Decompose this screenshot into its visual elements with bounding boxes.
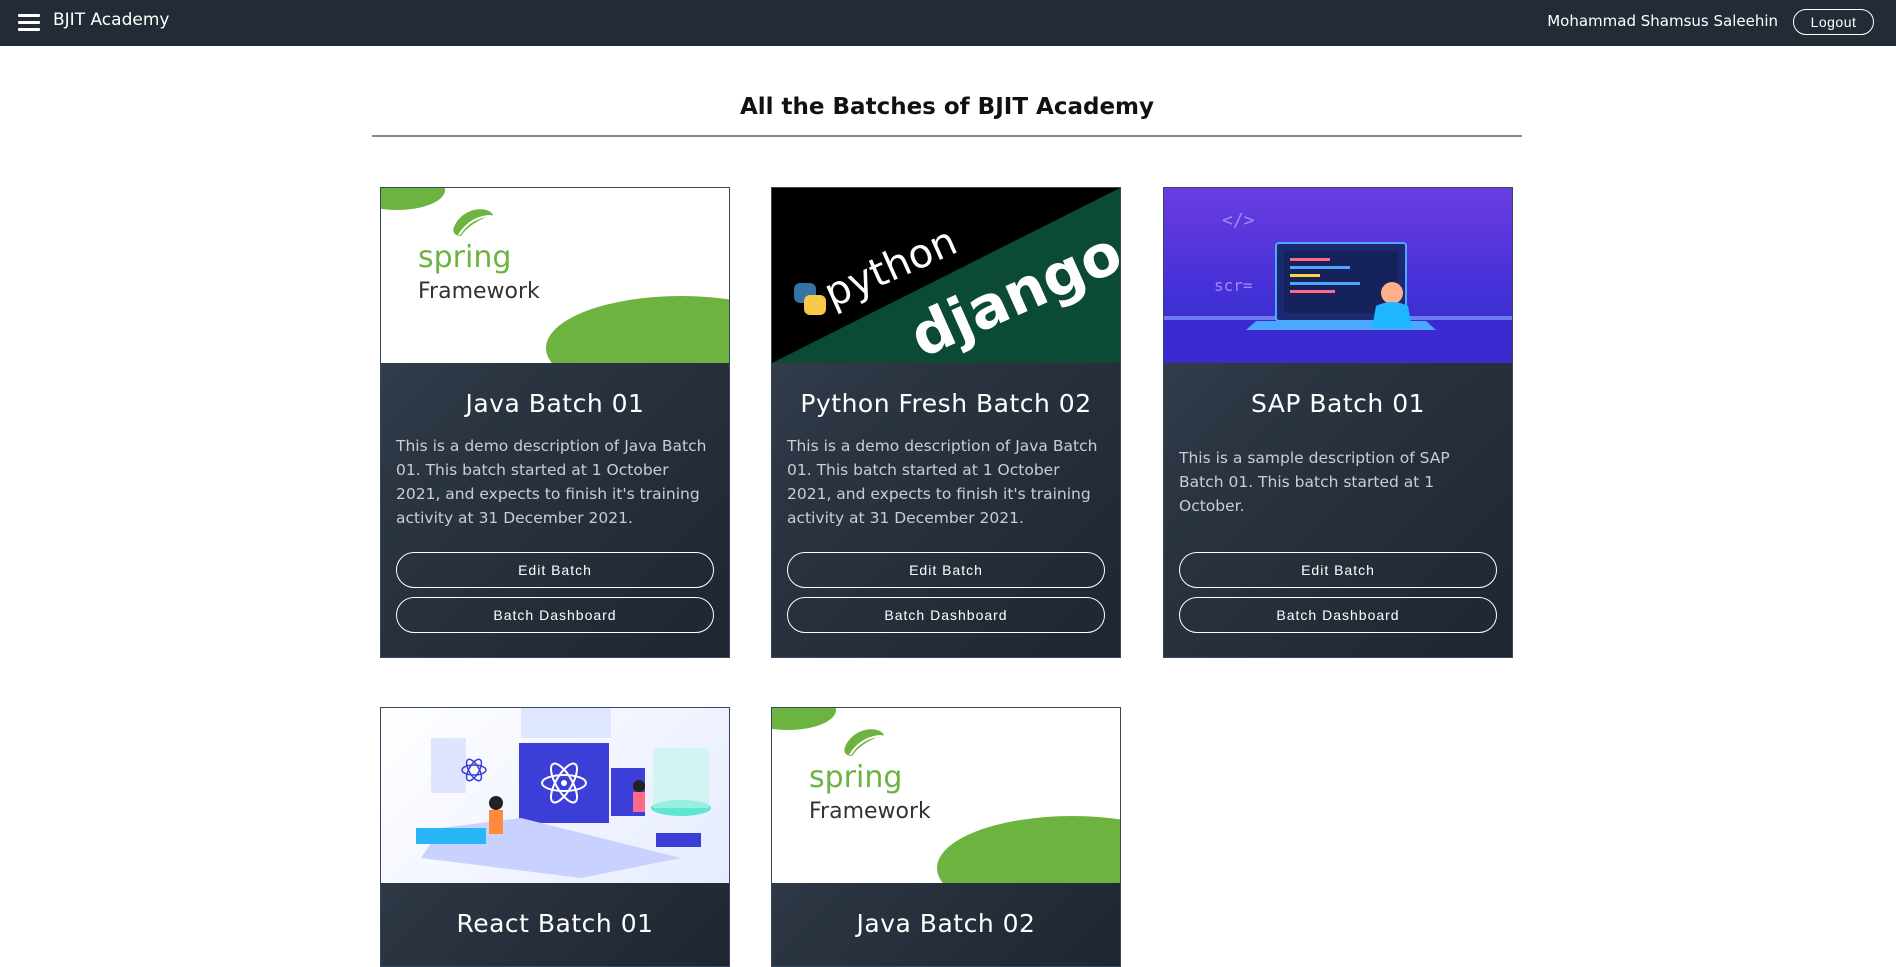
- batch-card: spring Framework Java Batch 02: [771, 707, 1121, 967]
- batch-title: React Batch 01: [456, 909, 654, 938]
- batch-card: python django Python Fresh Batch 02 This…: [771, 187, 1121, 658]
- spring-framework-logo: spring Framework: [772, 708, 1120, 883]
- logout-button[interactable]: Logout: [1793, 9, 1874, 35]
- spring-framework-logo: spring Framework: [381, 188, 729, 363]
- svg-text:spring: spring: [418, 240, 511, 275]
- batch-card: </> scr= SAP Batch 01 This is a sample d…: [1163, 187, 1513, 658]
- programmer-laptop-illustration: </> scr=: [1164, 188, 1512, 363]
- batch-dashboard-button[interactable]: Batch Dashboard: [396, 597, 714, 633]
- page-title: All the Batches of BJIT Academy: [739, 94, 1155, 120]
- svg-text:scr=: scr=: [1214, 276, 1253, 295]
- edit-batch-button[interactable]: Edit Batch: [1179, 552, 1497, 588]
- batch-dashboard-button[interactable]: Batch Dashboard: [787, 597, 1105, 633]
- title-divider: [372, 135, 1522, 137]
- batch-card: spring Framework Java Batch 01 This is a…: [380, 187, 730, 658]
- batch-title: SAP Batch 01: [1250, 389, 1426, 418]
- batch-description: This is a demo description of Java Batch…: [396, 437, 707, 527]
- batch-title: Java Batch 02: [856, 909, 1036, 938]
- top-navbar: BJIT Academy Mohammad Shamsus Saleehin L…: [0, 0, 1896, 46]
- svg-text:spring: spring: [809, 760, 902, 795]
- svg-text:Framework: Framework: [418, 279, 540, 304]
- svg-text:</>: </>: [1222, 210, 1255, 231]
- svg-text:Framework: Framework: [809, 799, 931, 824]
- python-django-logo: python django: [772, 188, 1120, 363]
- user-name: Mohammad Shamsus Saleehin: [1547, 12, 1778, 30]
- batch-dashboard-button[interactable]: Batch Dashboard: [1179, 597, 1497, 633]
- edit-batch-button[interactable]: Edit Batch: [396, 552, 714, 588]
- edit-batch-button[interactable]: Edit Batch: [787, 552, 1105, 588]
- batch-title: Python Fresh Batch 02: [800, 389, 1092, 418]
- react-team-illustration: [381, 708, 729, 883]
- batch-card: React Batch 01: [380, 707, 730, 967]
- brand-name[interactable]: BJIT Academy: [53, 10, 169, 30]
- menu-icon[interactable]: [18, 12, 40, 32]
- batch-description: This is a sample description of SAP Batc…: [1179, 449, 1450, 515]
- batch-title: Java Batch 01: [465, 389, 645, 418]
- batch-description: This is a demo description of Java Batch…: [787, 437, 1098, 527]
